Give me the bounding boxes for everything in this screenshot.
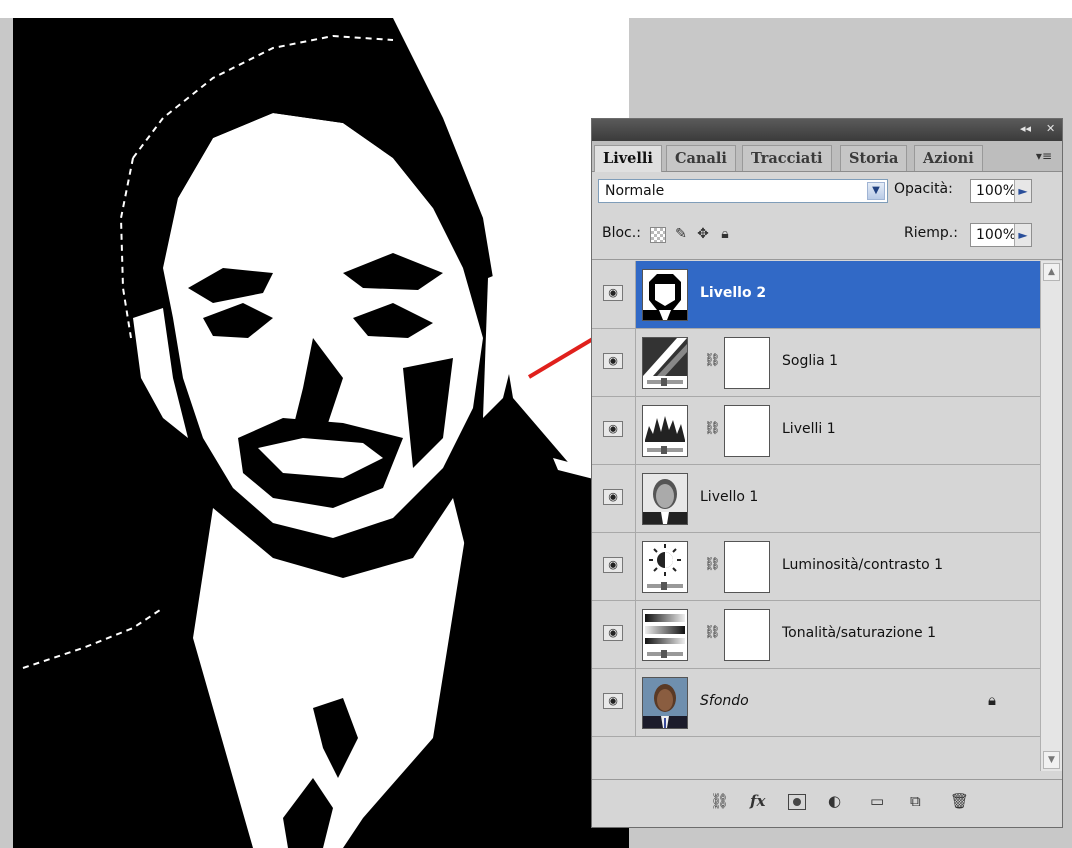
folder-icon[interactable]: ▭ (870, 792, 884, 810)
visibility-cell[interactable]: ◉ (592, 669, 636, 736)
lock-transparent-icon[interactable] (650, 227, 666, 243)
new-layer-icon[interactable]: ⧉ (910, 792, 921, 810)
layer-name[interactable]: Livelli 1 (782, 421, 836, 437)
tab-canali[interactable]: Canali (666, 145, 736, 171)
layer-mask-thumbnail[interactable] (724, 541, 770, 593)
lock-label: Bloc.: (602, 225, 641, 241)
threshold-portrait-image (13, 18, 629, 848)
opacity-field[interactable]: 100% ► (970, 179, 1032, 203)
layer-name[interactable]: Livello 2 (700, 285, 766, 301)
layer-name[interactable]: Livello 1 (700, 489, 758, 505)
lock-all-icon[interactable]: 🔒︎ (716, 225, 734, 243)
layer-name[interactable]: Luminosità/contrasto 1 (782, 557, 943, 573)
opacity-arrow-icon[interactable]: ► (1014, 180, 1031, 202)
panel-titlebar[interactable]: ◂◂ ✕ (592, 119, 1062, 141)
link-icon[interactable]: ⛓ (704, 421, 721, 436)
layer-mask-thumbnail[interactable] (724, 337, 770, 389)
link-icon[interactable]: ⛓ (710, 792, 729, 810)
visibility-cell[interactable]: ◉ (592, 465, 636, 532)
layer-row[interactable]: ◉ ⛓ Luminosità/contrasto 1 (592, 533, 1040, 601)
fill-label: Riemp.: (904, 225, 958, 241)
document-canvas[interactable] (13, 18, 629, 848)
layer-mask-thumbnail[interactable] (724, 609, 770, 661)
opacity-value: 100% (976, 183, 1017, 199)
close-icon[interactable]: ✕ (1046, 122, 1055, 135)
blend-mode-value: Normale (605, 183, 665, 199)
blend-row: Normale ▼ Opacità: 100% ► (592, 171, 1062, 211)
layer-row[interactable]: ◉ Livello 1 (592, 465, 1040, 533)
top-strip (0, 0, 1072, 18)
scroll-down-icon[interactable]: ▼ (1043, 751, 1060, 769)
chevron-down-icon[interactable]: ▼ (867, 182, 885, 200)
layer-thumbnail (642, 269, 688, 321)
layer-row[interactable]: ◉ ⛓ Soglia 1 (592, 329, 1040, 397)
lock-row: Bloc.: ✎ ✥ 🔒︎ Riemp.: 100% ► (592, 211, 1062, 260)
eye-icon[interactable]: ◉ (603, 625, 623, 641)
tab-azioni[interactable]: Azioni (914, 145, 983, 171)
layer-thumbnail (642, 473, 688, 525)
panel-tabs: Livelli Canali Tracciati Storia Azioni ▾… (592, 141, 1062, 172)
levels-adjustment-icon (642, 405, 688, 457)
layer-mask-thumbnail[interactable] (724, 405, 770, 457)
panel-menu-icon[interactable]: ▾≡ (1036, 149, 1052, 163)
blend-mode-select[interactable]: Normale ▼ (598, 179, 888, 203)
layers-scrollbar[interactable]: ▲ ▼ (1040, 261, 1062, 771)
eye-icon[interactable]: ◉ (603, 557, 623, 573)
visibility-cell[interactable]: ◉ (592, 533, 636, 600)
tab-livelli[interactable]: Livelli (594, 145, 662, 172)
brightness-contrast-adjustment-icon (642, 541, 688, 593)
lock-icon: 🔒︎ (988, 691, 996, 709)
threshold-adjustment-icon (642, 337, 688, 389)
link-icon[interactable]: ⛓ (704, 353, 721, 368)
mask-icon[interactable] (788, 794, 806, 810)
panel-bottom-bar: ⛓ fx ◐ ▭ ⧉ 🗑︎ (592, 779, 1062, 828)
fx-icon[interactable]: fx (750, 792, 765, 810)
collapse-icon[interactable]: ◂◂ (1020, 122, 1031, 135)
lock-pixels-icon[interactable]: ✎ (672, 225, 690, 243)
eye-icon[interactable]: ◉ (603, 353, 623, 369)
eye-icon[interactable]: ◉ (603, 489, 623, 505)
visibility-cell[interactable]: ◉ (592, 397, 636, 464)
layer-name[interactable]: Sfondo (700, 693, 749, 709)
hue-saturation-adjustment-icon (642, 609, 688, 661)
visibility-cell[interactable]: ◉ (592, 329, 636, 396)
lock-position-icon[interactable]: ✥ (694, 225, 712, 243)
visibility-cell[interactable]: ◉ (592, 601, 636, 668)
scroll-up-icon[interactable]: ▲ (1043, 263, 1060, 281)
link-icon[interactable]: ⛓ (704, 625, 721, 640)
layer-name[interactable]: Soglia 1 (782, 353, 838, 369)
tab-storia[interactable]: Storia (840, 145, 908, 171)
visibility-cell[interactable]: ◉ (592, 261, 636, 328)
layer-name[interactable]: Tonalità/saturazione 1 (782, 625, 936, 641)
fill-value: 100% (976, 227, 1017, 243)
layer-row[interactable]: ◉ Sfondo 🔒︎ (592, 669, 1040, 737)
layer-thumbnail (642, 677, 688, 729)
adjustment-icon[interactable]: ◐ (828, 792, 841, 810)
layers-list: ◉ Livello 2 ◉ ⛓ Soglia 1 ◉ ⛓ Livelli 1 ◉… (592, 261, 1040, 771)
tab-tracciati[interactable]: Tracciati (742, 145, 832, 171)
opacity-label: Opacità: (894, 181, 953, 197)
fill-arrow-icon[interactable]: ► (1014, 224, 1031, 246)
eye-icon[interactable]: ◉ (603, 421, 623, 437)
link-icon[interactable]: ⛓ (704, 557, 721, 572)
trash-icon[interactable]: 🗑︎ (950, 792, 969, 810)
layer-row[interactable]: ◉ Livello 2 (592, 261, 1040, 329)
layer-row[interactable]: ◉ ⛓ Tonalità/saturazione 1 (592, 601, 1040, 669)
layer-row[interactable]: ◉ ⛓ Livelli 1 (592, 397, 1040, 465)
eye-icon[interactable]: ◉ (603, 693, 623, 709)
eye-icon[interactable]: ◉ (603, 285, 623, 301)
fill-field[interactable]: 100% ► (970, 223, 1032, 247)
layers-panel: ◂◂ ✕ Livelli Canali Tracciati Storia Azi… (591, 118, 1063, 828)
